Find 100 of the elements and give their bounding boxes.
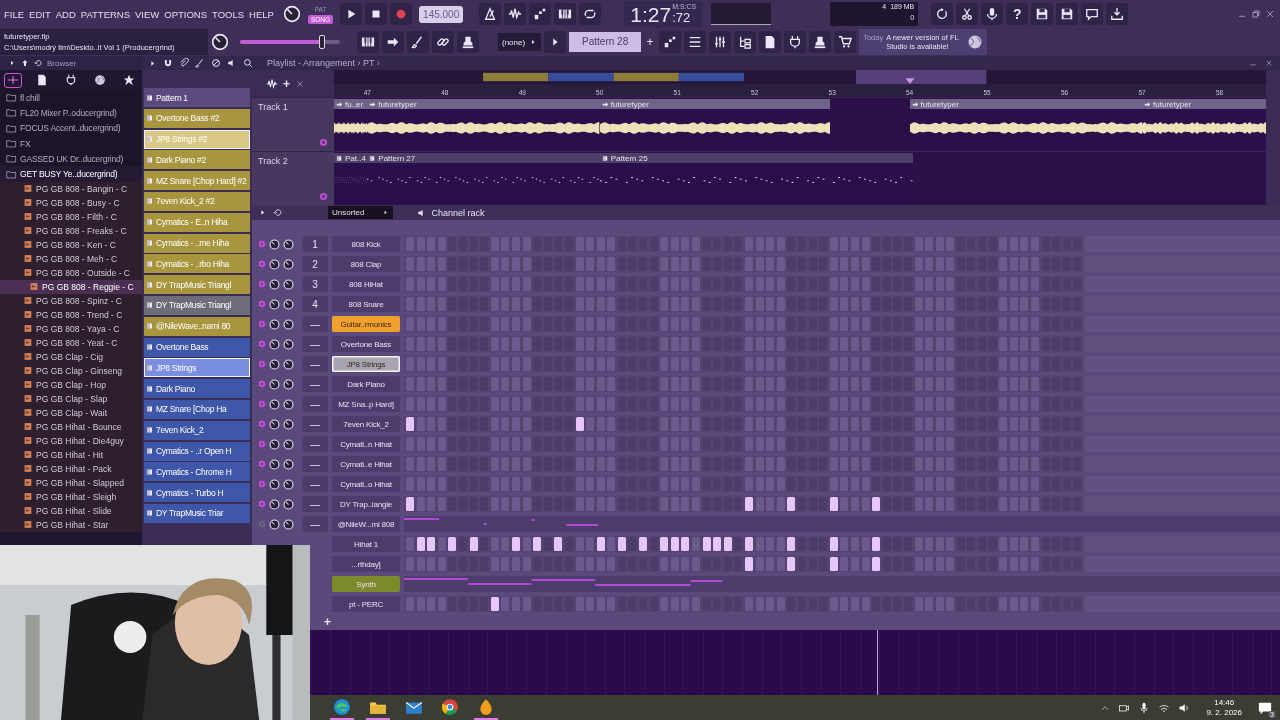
channel-name-button[interactable]: pt - PERC <box>332 596 400 612</box>
pan-knob-icon[interactable] <box>269 298 280 310</box>
volume-knob-icon[interactable] <box>283 358 294 370</box>
no-entry-icon[interactable] <box>211 58 221 68</box>
play-icon[interactable] <box>148 58 157 68</box>
stamp-button[interactable] <box>809 31 832 53</box>
undo-icon[interactable] <box>273 208 282 217</box>
volume-knob-icon[interactable] <box>283 318 294 330</box>
brush-button[interactable] <box>407 31 429 53</box>
mute-led[interactable] <box>258 480 266 488</box>
piano-button[interactable] <box>357 31 379 53</box>
up-arrow-icon[interactable] <box>21 59 29 67</box>
pan-knob-icon[interactable] <box>269 378 280 390</box>
volume-knob-icon[interactable] <box>283 458 294 470</box>
mute-led[interactable] <box>258 380 266 388</box>
channel-name-button[interactable]: Overtone Bass <box>332 336 400 352</box>
piano-button[interactable] <box>554 3 577 25</box>
menu-item[interactable]: FILE <box>4 8 25 20</box>
channel-number-button[interactable]: — <box>302 516 328 532</box>
pattern-prev-button[interactable] <box>544 31 567 53</box>
play-button[interactable] <box>340 3 363 25</box>
pan-knob-icon[interactable] <box>269 478 280 490</box>
mute-led[interactable] <box>258 500 266 508</box>
mute-led[interactable] <box>258 300 266 308</box>
volume-knob-icon[interactable] <box>283 438 294 450</box>
metronome-button[interactable] <box>479 3 502 25</box>
preset-dropdown[interactable]: (none) <box>498 33 542 51</box>
channel-number-button[interactable]: — <box>302 476 328 492</box>
mute-led[interactable] <box>258 240 266 248</box>
microphone-button[interactable] <box>981 3 1004 25</box>
page-button[interactable] <box>759 31 782 53</box>
plug-button[interactable] <box>784 31 807 53</box>
channel-number-button[interactable]: — <box>302 356 328 372</box>
undo-icon[interactable] <box>34 59 42 67</box>
folder-item[interactable]: GET BUSY Ye..ducergrind) <box>0 166 142 182</box>
notification-icon[interactable] <box>1258 700 1272 715</box>
arrow-button[interactable] <box>382 31 404 53</box>
play-icon[interactable] <box>258 208 267 217</box>
channel-number-button[interactable]: 3 <box>302 276 328 292</box>
channel-number-button[interactable]: 4 <box>302 296 328 312</box>
pattern-item[interactable]: Cymatics - Chrome H <box>144 462 250 482</box>
mute-led[interactable] <box>258 360 266 368</box>
steps-button[interactable] <box>529 3 552 25</box>
browser-button[interactable] <box>734 31 757 53</box>
mute-led[interactable] <box>258 440 266 448</box>
menu-item[interactable]: OPTIONS <box>164 8 208 20</box>
pan-knob-icon[interactable] <box>269 418 280 430</box>
add-pattern-button[interactable]: + <box>644 35 657 49</box>
volume-knob-icon[interactable] <box>283 278 294 290</box>
channel-name-button[interactable]: @NileW...mi 808 <box>332 516 400 532</box>
download-button[interactable] <box>1106 3 1129 25</box>
knob-icon[interactable] <box>211 33 229 51</box>
pan-knob-icon[interactable] <box>269 318 280 330</box>
pan-knob-icon[interactable] <box>269 358 280 370</box>
volume-knob-icon[interactable] <box>283 398 294 410</box>
close-icon[interactable] <box>1264 8 1276 20</box>
channel-name-button[interactable]: Cymati..e Hihat <box>332 456 400 472</box>
track-toggle-icon[interactable] <box>319 192 328 201</box>
channel-name-button[interactable]: Cymati..n Hihat <box>332 436 400 452</box>
menu-item[interactable]: ADD <box>55 8 76 20</box>
pattern-item[interactable]: Cymatics - ..r Open H <box>144 441 250 461</box>
volume-knob-icon[interactable] <box>283 498 294 510</box>
channel-number-button[interactable]: — <box>302 416 328 432</box>
pan-knob-icon[interactable] <box>269 498 280 510</box>
link-button[interactable] <box>432 31 454 53</box>
restore-icon[interactable] <box>1250 8 1262 20</box>
cart-button[interactable] <box>834 31 857 53</box>
volume-knob-icon[interactable] <box>283 418 294 430</box>
wave-button[interactable] <box>504 3 527 25</box>
pattern-item[interactable]: DY TrapMusic Triar <box>144 503 250 523</box>
paperclip-icon[interactable] <box>179 58 189 68</box>
pattern-item[interactable]: Dark Piano <box>144 379 250 399</box>
clock[interactable]: 14:46 9. 2. 2026 <box>1206 697 1242 718</box>
channel-number-button[interactable]: — <box>302 496 328 512</box>
volume-knob-icon[interactable] <box>283 298 294 310</box>
pattern-item[interactable]: Pattern 1 <box>144 88 250 107</box>
channel-name-button[interactable]: 808 Clap <box>332 256 400 272</box>
volume-knob-icon[interactable] <box>283 258 294 270</box>
track-toggle-icon[interactable] <box>319 138 328 147</box>
channel-name-button[interactable]: Dark Piano <box>332 376 400 392</box>
channel-number-button[interactable]: — <box>302 396 328 412</box>
channel-name-button[interactable]: Hihat 1 <box>332 536 400 552</box>
add-track-button[interactable]: + <box>283 76 290 91</box>
refresh-button[interactable] <box>931 3 954 25</box>
pan-knob-icon[interactable] <box>269 398 280 410</box>
filter-dropdown[interactable]: Unsorted <box>328 206 394 219</box>
brush-icon[interactable] <box>195 58 205 68</box>
folder-item[interactable]: fl chill <box>0 90 142 106</box>
mute-led[interactable] <box>258 260 266 268</box>
volume-knob-icon[interactable] <box>283 478 294 490</box>
close-icon[interactable] <box>1264 58 1274 68</box>
waveform-icon[interactable] <box>266 77 278 90</box>
pan-knob-icon[interactable] <box>269 438 280 450</box>
volume-knob-icon[interactable] <box>283 238 294 250</box>
channel-number-button[interactable]: — <box>302 316 328 332</box>
chat-button[interactable] <box>1081 3 1104 25</box>
channel-name-button[interactable]: 808 Snare <box>332 296 400 312</box>
microphone-icon[interactable] <box>1138 701 1151 714</box>
pan-knob-icon[interactable] <box>269 458 280 470</box>
channel-name-button[interactable]: Cymati..o Hihat <box>332 476 400 492</box>
